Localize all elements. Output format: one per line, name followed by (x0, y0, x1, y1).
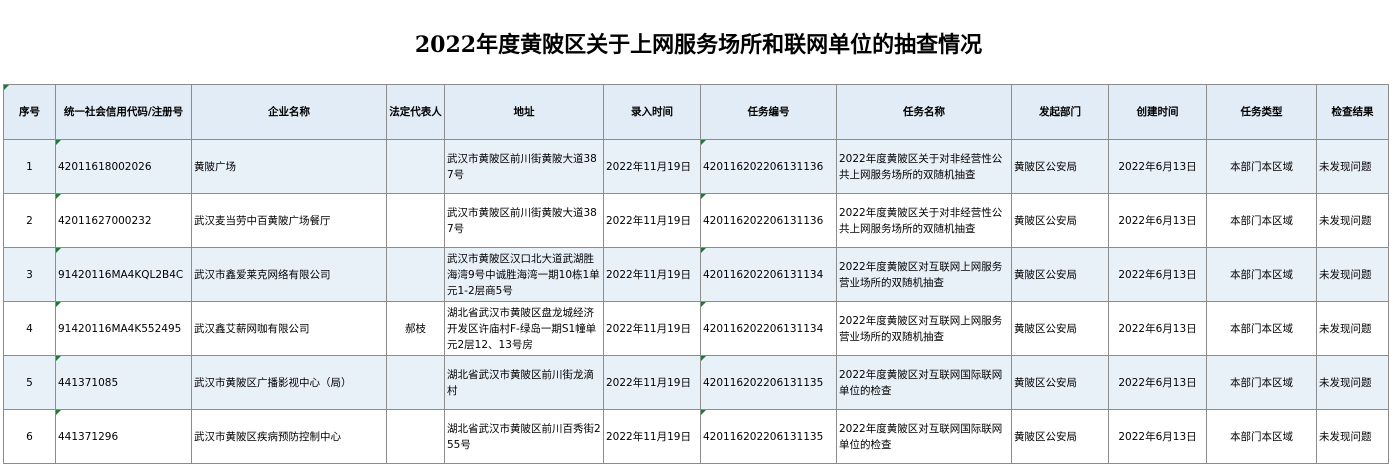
cell-task-name: 2022年度黄陂区对互联网国际联网单位的检查 (836, 409, 1012, 464)
cell-task-no: 420116202206131136 (700, 139, 837, 194)
cell-address: 湖北省武汉市黄陂区前川百秀街255号 (444, 409, 604, 464)
cell-result: 未发现问题 (1316, 409, 1389, 464)
cell-company-name: 武汉鑫艾薪网咖有限公司 (191, 301, 387, 356)
cell-department: 黄陂区公安局 (1011, 139, 1109, 194)
header-address: 地址 (444, 84, 604, 140)
header-task-name: 任务名称 (836, 84, 1012, 140)
cell-entry-time: 2022年11月19日 (603, 301, 701, 356)
header-entry-time: 录入时间 (603, 84, 701, 140)
cell-created-time: 2022年6月13日 (1108, 193, 1207, 248)
cell-department: 黄陂区公安局 (1011, 301, 1109, 356)
cell-created-time: 2022年6月13日 (1108, 247, 1207, 302)
table-row: 5 441371085 武汉市黄陂区广播影视中心（局） 湖北省武汉市黄陂区前川街… (3, 355, 1389, 410)
cell-credit-code: 42011627000232 (55, 193, 192, 248)
cell-task-type: 本部门本区域 (1206, 139, 1317, 194)
cell-task-type: 本部门本区域 (1206, 409, 1317, 464)
cell-company-name: 黄陂广场 (191, 139, 387, 194)
cell-task-type: 本部门本区域 (1206, 193, 1317, 248)
cell-entry-time: 2022年11月19日 (603, 409, 701, 464)
cell-legal-rep (386, 193, 445, 248)
cell-result: 未发现问题 (1316, 301, 1389, 356)
cell-entry-time: 2022年11月19日 (603, 247, 701, 302)
cell-address: 湖北省武汉市黄陂区前川街龙滴村 (444, 355, 604, 410)
cell-task-no: 420116202206131135 (700, 409, 837, 464)
cell-department: 黄陂区公安局 (1011, 355, 1109, 410)
cell-address: 武汉市黄陂区前川街黄陂大道387号 (444, 139, 604, 194)
cell-credit-code: 441371085 (55, 355, 192, 410)
cell-entry-time: 2022年11月19日 (603, 193, 701, 248)
cell-task-name: 2022年度黄陂区关于对非经营性公共上网服务场所的双随机抽查 (836, 139, 1012, 194)
cell-index: 5 (3, 355, 56, 410)
cell-task-name: 2022年度黄陂区关于对非经营性公共上网服务场所的双随机抽查 (836, 193, 1012, 248)
cell-company-name: 武汉麦当劳中百黄陂广场餐厅 (191, 193, 387, 248)
cell-result: 未发现问题 (1316, 355, 1389, 410)
header-task-no: 任务编号 (700, 84, 837, 140)
cell-address: 湖北省武汉市黄陂区盘龙城经济开发区许庙村F-绿岛一期S1幢单元2层12、13号房 (444, 301, 604, 356)
header-company-name: 企业名称 (191, 84, 387, 140)
cell-result: 未发现问题 (1316, 193, 1389, 248)
cell-task-no: 420116202206131134 (700, 301, 837, 356)
cell-task-no: 420116202206131136 (700, 193, 837, 248)
table-row: 2 42011627000232 武汉麦当劳中百黄陂广场餐厅 武汉市黄陂区前川街… (3, 193, 1389, 248)
inspection-table: 序号 统一社会信用代码/注册号 企业名称 法定代表人 地址 录入时间 任务编号 … (3, 84, 1389, 464)
cell-created-time: 2022年6月13日 (1108, 409, 1207, 464)
table-row: 3 91420116MA4KQL2B4C 武汉市鑫爱莱克网络有限公司 武汉市黄陂… (3, 247, 1389, 302)
header-index: 序号 (3, 84, 56, 140)
cell-index: 4 (3, 301, 56, 356)
cell-task-no: 420116202206131134 (700, 247, 837, 302)
cell-company-name: 武汉市鑫爱莱克网络有限公司 (191, 247, 387, 302)
cell-result: 未发现问题 (1316, 247, 1389, 302)
cell-task-name: 2022年度黄陂区对互联网上网服务营业场所的双随机抽查 (836, 301, 1012, 356)
cell-department: 黄陂区公安局 (1011, 247, 1109, 302)
table-row: 6 441371296 武汉市黄陂区疾病预防控制中心 湖北省武汉市黄陂区前川百秀… (3, 409, 1389, 464)
cell-task-no: 420116202206131135 (700, 355, 837, 410)
cell-index: 1 (3, 139, 56, 194)
cell-legal-rep (386, 139, 445, 194)
cell-index: 2 (3, 193, 56, 248)
cell-credit-code: 91420116MA4K552495 (55, 301, 192, 356)
cell-credit-code: 91420116MA4KQL2B4C (55, 247, 192, 302)
cell-task-type: 本部门本区域 (1206, 247, 1317, 302)
page-title: 2022年度黄陂区关于上网服务场所和联网单位的抽查情况 (414, 32, 983, 58)
cell-legal-rep (386, 355, 445, 410)
cell-task-name: 2022年度黄陂区对互联网上网服务营业场所的双随机抽查 (836, 247, 1012, 302)
table-row: 1 42011618002026 黄陂广场 武汉市黄陂区前川街黄陂大道387号 … (3, 139, 1389, 194)
cell-index: 6 (3, 409, 56, 464)
cell-company-name: 武汉市黄陂区广播影视中心（局） (191, 355, 387, 410)
table-header-row: 序号 统一社会信用代码/注册号 企业名称 法定代表人 地址 录入时间 任务编号 … (3, 84, 1389, 140)
cell-legal-rep: 郝枝 (386, 301, 445, 356)
cell-entry-time: 2022年11月19日 (603, 355, 701, 410)
cell-task-type: 本部门本区域 (1206, 355, 1317, 410)
cell-created-time: 2022年6月13日 (1108, 139, 1207, 194)
header-legal-rep: 法定代表人 (386, 84, 445, 140)
table-row: 4 91420116MA4K552495 武汉鑫艾薪网咖有限公司 郝枝 湖北省武… (3, 301, 1389, 356)
cell-created-time: 2022年6月13日 (1108, 355, 1207, 410)
header-credit-code: 统一社会信用代码/注册号 (55, 84, 192, 140)
cell-legal-rep (386, 409, 445, 464)
cell-task-name: 2022年度黄陂区对互联网国际联网单位的检查 (836, 355, 1012, 410)
header-task-type: 任务类型 (1206, 84, 1317, 140)
cell-index: 3 (3, 247, 56, 302)
cell-department: 黄陂区公安局 (1011, 409, 1109, 464)
cell-legal-rep (386, 247, 445, 302)
header-result: 检查结果 (1316, 84, 1389, 140)
cell-company-name: 武汉市黄陂区疾病预防控制中心 (191, 409, 387, 464)
cell-address: 武汉市黄陂区汉口北大道武湖胜海湾9号中诚胜海湾一期10栋1单元1-2层商5号 (444, 247, 604, 302)
cell-department: 黄陂区公安局 (1011, 193, 1109, 248)
cell-credit-code: 441371296 (55, 409, 192, 464)
header-created-time: 创建时间 (1108, 84, 1207, 140)
cell-created-time: 2022年6月13日 (1108, 301, 1207, 356)
cell-entry-time: 2022年11月19日 (603, 139, 701, 194)
cell-result: 未发现问题 (1316, 139, 1389, 194)
cell-address: 武汉市黄陂区前川街黄陂大道387号 (444, 193, 604, 248)
cell-credit-code: 42011618002026 (55, 139, 192, 194)
cell-task-type: 本部门本区域 (1206, 301, 1317, 356)
header-department: 发起部门 (1011, 84, 1109, 140)
